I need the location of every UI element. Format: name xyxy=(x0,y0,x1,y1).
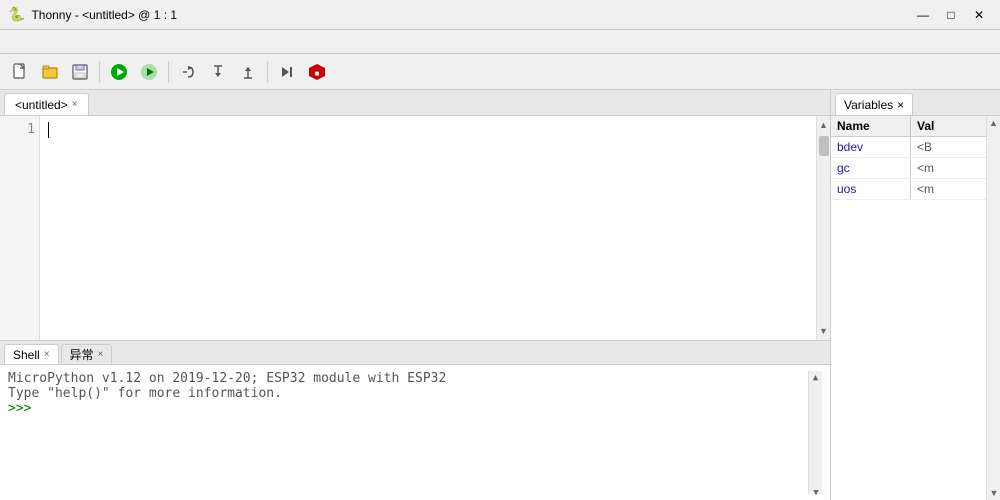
menu-bar xyxy=(0,30,1000,54)
code-editor[interactable] xyxy=(40,116,816,340)
exception-tab-label: 异常 xyxy=(70,346,94,363)
separator-3 xyxy=(267,61,268,83)
left-panel: <untitled> × 1 ▲ ▼ Shel xyxy=(0,90,830,500)
var-row-bdev[interactable]: bdev <B xyxy=(831,137,986,158)
step-into-button[interactable] xyxy=(204,58,232,86)
tab-close-btn[interactable]: × xyxy=(72,99,78,110)
var-val-uos: <m xyxy=(911,179,986,199)
variables-header: Name Val xyxy=(831,116,986,137)
title-text: Thonny - <untitled> @ 1 : 1 xyxy=(31,8,910,22)
step-out-button[interactable] xyxy=(234,58,262,86)
var-scrollbar[interactable]: ▲ ▼ xyxy=(986,116,1000,500)
shell-tab-label: Shell xyxy=(13,348,40,362)
editor-scrollbar[interactable]: ▲ ▼ xyxy=(816,116,830,340)
text-cursor xyxy=(48,122,49,138)
tab-label: <untitled> xyxy=(15,98,68,112)
toolbar: ■ xyxy=(0,54,1000,90)
new-file-button[interactable] xyxy=(6,58,34,86)
main-content: <untitled> × 1 ▲ ▼ Shel xyxy=(0,90,1000,500)
variables-tab-label: Variables xyxy=(844,98,893,112)
bottom-panel: Shell × 异常 × MicroPython v1.12 on 2019-1… xyxy=(0,340,830,500)
shell-content[interactable]: MicroPython v1.12 on 2019-12-20; ESP32 m… xyxy=(0,365,830,500)
step-over-button[interactable] xyxy=(174,58,202,86)
editor-tabs: <untitled> × xyxy=(0,90,830,116)
svg-text:■: ■ xyxy=(315,69,320,78)
shell-tabs: Shell × 异常 × xyxy=(0,341,830,365)
variables-tabs: Variables × xyxy=(831,90,1000,116)
var-name-header: Name xyxy=(831,116,911,136)
var-name-gc: gc xyxy=(831,158,911,178)
right-panel: Variables × Name Val bdev <B gc <m xyxy=(830,90,1000,500)
cursor-line xyxy=(48,122,808,138)
shell-tab-exception[interactable]: 异常 × xyxy=(61,344,113,364)
separator-2 xyxy=(168,61,169,83)
scroll-down-arrow[interactable]: ▼ xyxy=(817,324,830,338)
exception-tab-close[interactable]: × xyxy=(98,349,104,360)
var-scroll-up[interactable]: ▲ xyxy=(987,116,1000,128)
line-numbers: 1 xyxy=(0,116,40,340)
shell-scrollbar[interactable]: ▲ ▼ xyxy=(808,371,822,494)
shell-tab-close[interactable]: × xyxy=(44,349,50,360)
editor-area[interactable]: 1 ▲ ▼ xyxy=(0,116,830,340)
open-file-button[interactable] xyxy=(36,58,64,86)
var-val-gc: <m xyxy=(911,158,986,178)
scroll-thumb[interactable] xyxy=(819,136,829,156)
separator-1 xyxy=(99,61,100,83)
var-row-gc[interactable]: gc <m xyxy=(831,158,986,179)
var-scroll-down[interactable]: ▼ xyxy=(987,488,1000,498)
shell-scroll-down[interactable]: ▼ xyxy=(809,488,823,498)
run-button[interactable] xyxy=(105,58,133,86)
variables-tab[interactable]: Variables × xyxy=(835,93,913,115)
resume-button[interactable] xyxy=(273,58,301,86)
stop-button[interactable]: ■ xyxy=(303,58,331,86)
var-name-bdev: bdev xyxy=(831,137,911,157)
shell-scroll-up[interactable]: ▲ xyxy=(809,371,822,383)
shell-text: MicroPython v1.12 on 2019-12-20; ESP32 m… xyxy=(8,371,808,494)
save-file-button[interactable] xyxy=(66,58,94,86)
var-name-uos: uos xyxy=(831,179,911,199)
shell-tab-shell[interactable]: Shell × xyxy=(4,344,59,364)
var-val-bdev: <B xyxy=(911,137,986,157)
var-val-header: Val xyxy=(911,116,986,136)
shell-line-1: MicroPython v1.12 on 2019-12-20; ESP32 m… xyxy=(8,371,808,386)
minimize-button[interactable]: — xyxy=(910,5,936,25)
title-bar: 🐍 Thonny - <untitled> @ 1 : 1 — □ ✕ xyxy=(0,0,1000,30)
close-button[interactable]: ✕ xyxy=(966,5,992,25)
shell-prompt[interactable]: >>> xyxy=(8,401,808,416)
variables-tab-close[interactable]: × xyxy=(897,98,904,112)
shell-line-2: Type "help()" for more information. xyxy=(8,386,808,401)
line-number-1: 1 xyxy=(4,122,35,137)
editor-tab-untitled[interactable]: <untitled> × xyxy=(4,93,89,115)
variables-table: Name Val bdev <B gc <m uos <m xyxy=(831,116,986,500)
var-row-uos[interactable]: uos <m xyxy=(831,179,986,200)
app-icon: 🐍 xyxy=(8,6,25,23)
scroll-up-arrow[interactable]: ▲ xyxy=(817,118,830,132)
variables-table-wrapper: Name Val bdev <B gc <m uos <m ▲ ▼ xyxy=(831,116,1000,500)
debug-button[interactable] xyxy=(135,58,163,86)
maximize-button[interactable]: □ xyxy=(938,5,964,25)
window-controls: — □ ✕ xyxy=(910,5,992,25)
